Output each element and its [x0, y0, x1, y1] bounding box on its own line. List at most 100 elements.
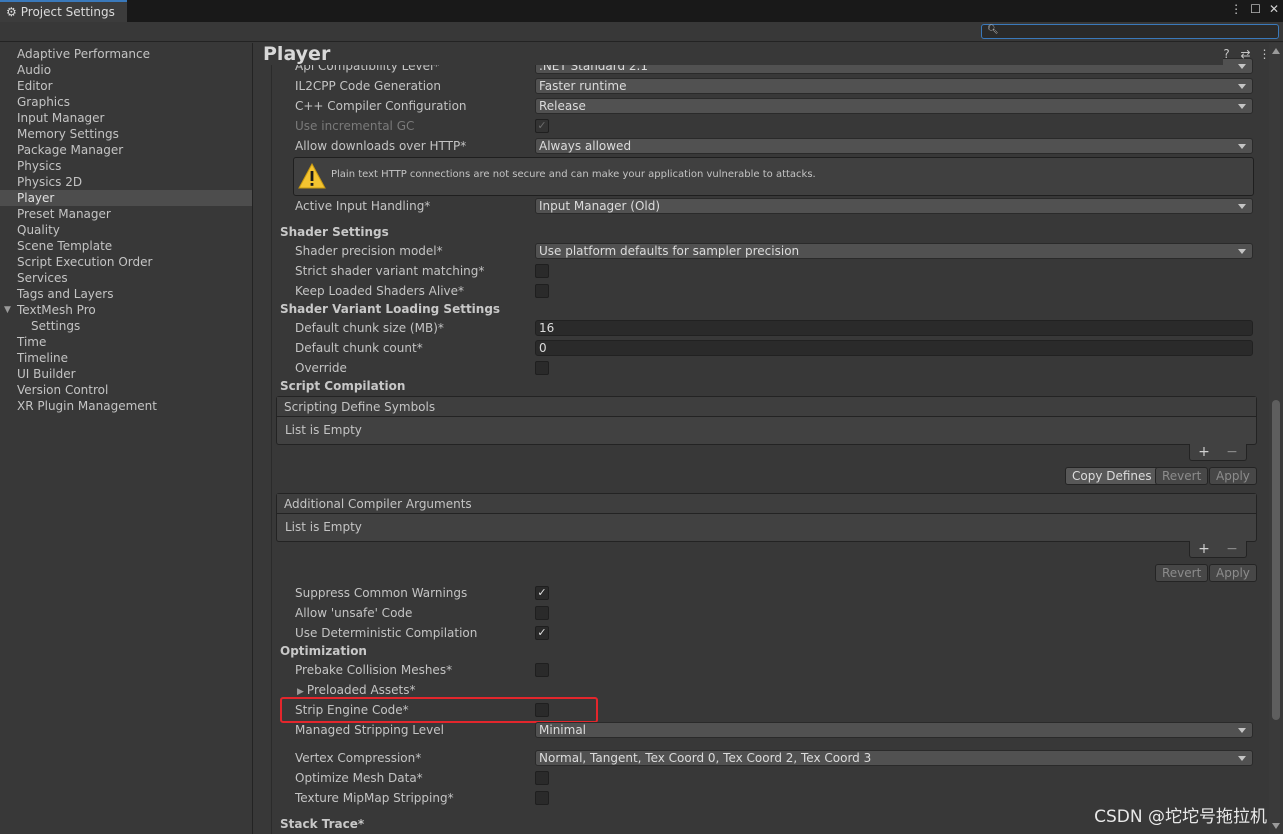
cpp-compiler-label: C++ Compiler Configuration	[295, 99, 467, 113]
preset-icon[interactable]: ⇄	[1239, 47, 1252, 61]
player-settings-panel: Api Compatibility Level* .NET Standard 2…	[254, 43, 1283, 834]
prebake-label: Prebake Collision Meshes*	[295, 663, 453, 677]
incremental-gc-label: Use incremental GC	[295, 119, 415, 133]
input-handling-dropdown[interactable]: Input Manager (Old)	[535, 198, 1253, 214]
sidebar-item-version-control[interactable]: Version Control	[0, 382, 252, 398]
scroll-up-icon[interactable]	[1272, 48, 1280, 54]
chunk-count-label: Default chunk count*	[295, 341, 423, 355]
shader-precision-label: Shader precision model*	[295, 244, 443, 258]
sidebar-item-graphics[interactable]: Graphics	[0, 94, 252, 110]
page-title: Player	[263, 43, 1223, 65]
scrollbar-thumb[interactable]	[1272, 400, 1280, 720]
sidebar-item-quality[interactable]: Quality	[0, 222, 252, 238]
deterministic-checkbox[interactable]: ✓	[535, 626, 549, 640]
stripping-level-label: Managed Stripping Level	[295, 723, 444, 737]
unsafe-code-checkbox[interactable]	[535, 606, 549, 620]
apply-defines-button[interactable]: Apply	[1209, 467, 1257, 485]
sidebar-item-time[interactable]: Time	[0, 334, 252, 350]
compiler-args-empty: List is Empty	[285, 520, 362, 534]
define-symbols-empty: List is Empty	[285, 423, 362, 437]
window-controls: ⋮ ☐ ✕	[1230, 2, 1279, 16]
chunk-count-field[interactable]: 0	[535, 340, 1253, 356]
script-compilation-header: Script Compilation	[280, 379, 406, 393]
http-downloads-label: Allow downloads over HTTP*	[295, 139, 467, 153]
sidebar-item-timeline[interactable]: Timeline	[0, 350, 252, 366]
compiler-args-title: Additional Compiler Arguments	[277, 494, 1256, 514]
tab-label: Project Settings	[20, 5, 115, 19]
optimization-header: Optimization	[280, 644, 367, 658]
apply-args-button[interactable]: Apply	[1209, 564, 1257, 582]
copy-defines-button[interactable]: Copy Defines	[1065, 467, 1159, 485]
deterministic-label: Use Deterministic Compilation	[295, 626, 478, 640]
sidebar-item-physics[interactable]: Physics	[0, 158, 252, 174]
shader-precision-dropdown[interactable]: Use platform defaults for sampler precis…	[535, 243, 1253, 259]
kebab-icon[interactable]: ⋮	[1230, 2, 1242, 16]
override-checkbox[interactable]	[535, 361, 549, 375]
sidebar-item-ui-builder[interactable]: UI Builder	[0, 366, 252, 382]
sidebar-item-package-manager[interactable]: Package Manager	[0, 142, 252, 158]
header-icons: ? ⇄ ⋮	[1220, 47, 1271, 61]
help-icon[interactable]: ?	[1220, 47, 1233, 61]
scroll-down-icon[interactable]	[1272, 823, 1280, 829]
remove-icon[interactable]: −	[1226, 541, 1238, 557]
revert-args-button[interactable]: Revert	[1155, 564, 1209, 582]
sidebar-item-tags-and-layers[interactable]: Tags and Layers	[0, 286, 252, 302]
gear-icon: ⚙	[6, 5, 17, 19]
chunk-size-label: Default chunk size (MB)*	[295, 321, 444, 335]
search-row: 🔍︎	[0, 22, 1283, 42]
sidebar-item-preset-manager[interactable]: Preset Manager	[0, 206, 252, 222]
kebab-icon[interactable]: ⋮	[1258, 47, 1271, 61]
revert-defines-button[interactable]: Revert	[1155, 467, 1209, 485]
strict-variant-checkbox[interactable]	[535, 264, 549, 278]
sidebar-item-script-execution-order[interactable]: Script Execution Order	[0, 254, 252, 270]
il2cpp-codegen-dropdown[interactable]: Faster runtime	[535, 78, 1253, 94]
sidebar-item-player[interactable]: Player	[0, 190, 252, 206]
checkmark-icon: ✓	[537, 119, 547, 132]
remove-icon[interactable]: −	[1226, 444, 1238, 460]
add-icon[interactable]: +	[1198, 444, 1210, 460]
compiler-args-list: Additional Compiler Arguments List is Em…	[276, 493, 1257, 542]
suppress-warnings-checkbox[interactable]: ✓	[535, 586, 549, 600]
vertex-compression-dropdown[interactable]: Normal, Tangent, Tex Coord 0, Tex Coord …	[535, 750, 1253, 766]
sidebar-item-input-manager[interactable]: Input Manager	[0, 110, 252, 126]
strict-variant-label: Strict shader variant matching*	[295, 264, 485, 278]
vertical-scrollbar[interactable]	[1269, 43, 1283, 834]
sidebar-item-textmesh-pro[interactable]: ▼ TextMesh Pro	[0, 302, 252, 318]
stripping-level-dropdown[interactable]: Minimal	[535, 722, 1253, 738]
close-icon[interactable]: ✕	[1269, 2, 1279, 16]
keep-shaders-checkbox[interactable]	[535, 284, 549, 298]
title-bar: ⚙ Project Settings ⋮ ☐ ✕	[0, 0, 1283, 22]
sidebar-item-textmesh-settings[interactable]: Settings	[0, 318, 252, 334]
expand-triangle-icon[interactable]: ▼	[4, 302, 11, 318]
sidebar-item-scene-template[interactable]: Scene Template	[0, 238, 252, 254]
sidebar-item-label: TextMesh Pro	[17, 303, 96, 317]
maximize-icon[interactable]: ☐	[1250, 2, 1261, 16]
unsafe-code-label: Allow 'unsafe' Code	[295, 606, 413, 620]
search-input[interactable]: 🔍︎	[981, 24, 1279, 39]
define-symbols-plusminus: + −	[1189, 444, 1247, 461]
incremental-gc-checkbox[interactable]: ✓	[535, 119, 549, 133]
add-icon[interactable]: +	[1198, 541, 1210, 557]
http-downloads-dropdown[interactable]: Always allowed	[535, 138, 1253, 154]
cpp-compiler-dropdown[interactable]: Release	[535, 98, 1253, 114]
optimize-mesh-checkbox[interactable]	[535, 771, 549, 785]
watermark: CSDN @坨坨号拖拉机	[1094, 807, 1267, 827]
sidebar-item-memory-settings[interactable]: Memory Settings	[0, 126, 252, 142]
checkmark-icon: ✓	[537, 586, 547, 599]
mipmap-stripping-checkbox[interactable]	[535, 791, 549, 805]
prebake-checkbox[interactable]	[535, 663, 549, 677]
sidebar-item-adaptive-performance[interactable]: Adaptive Performance	[0, 46, 252, 62]
sidebar-item-audio[interactable]: Audio	[0, 62, 252, 78]
settings-sidebar: Adaptive Performance Audio Editor Graphi…	[0, 43, 253, 834]
vertex-compression-label: Vertex Compression*	[295, 751, 422, 765]
mipmap-stripping-label: Texture MipMap Stripping*	[295, 791, 454, 805]
optimize-mesh-label: Optimize Mesh Data*	[295, 771, 423, 785]
sidebar-item-xr-plugin-management[interactable]: XR Plugin Management	[0, 398, 252, 414]
keep-shaders-label: Keep Loaded Shaders Alive*	[295, 284, 465, 298]
sidebar-item-services[interactable]: Services	[0, 270, 252, 286]
project-settings-tab[interactable]: ⚙ Project Settings	[0, 0, 127, 22]
chunk-size-field[interactable]: 16	[535, 320, 1253, 336]
compiler-args-plusminus: + −	[1189, 541, 1247, 558]
sidebar-item-editor[interactable]: Editor	[0, 78, 252, 94]
sidebar-item-physics-2d[interactable]: Physics 2D	[0, 174, 252, 190]
